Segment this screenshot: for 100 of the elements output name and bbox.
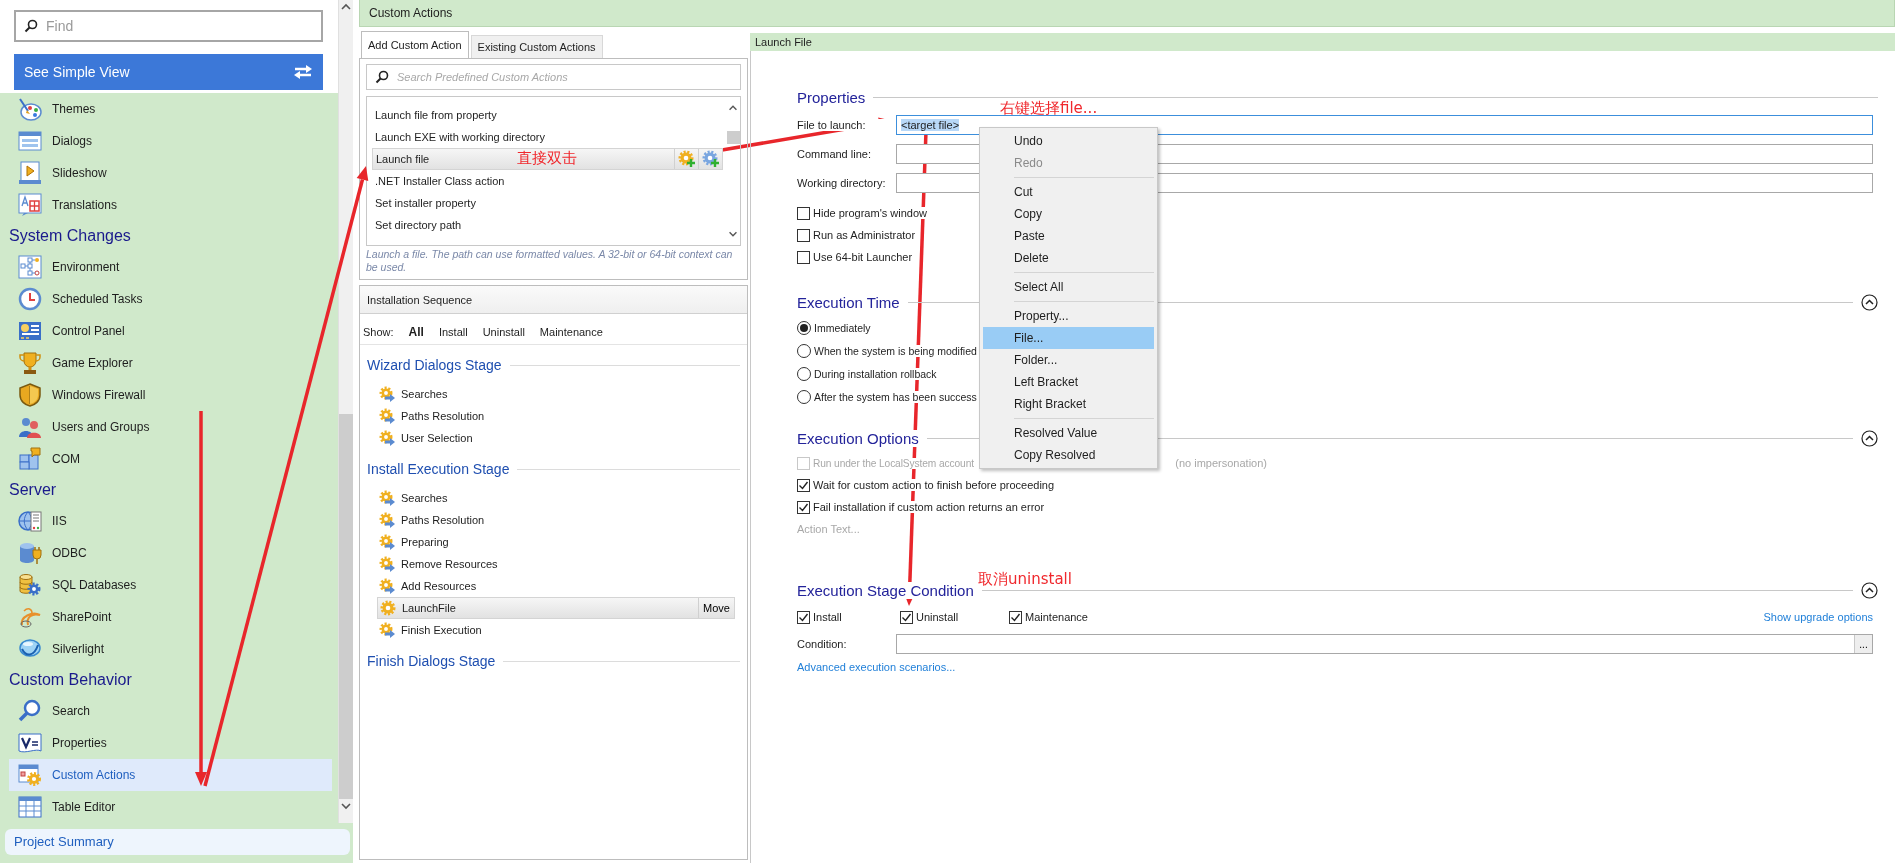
sidebar-item[interactable]: Silverlight — [0, 633, 338, 665]
action-list-item[interactable]: Launch EXE with working directory — [372, 126, 723, 148]
sequence-item[interactable]: Paths Resolution — [377, 509, 735, 531]
sidebar-item[interactable]: ODBC — [0, 537, 338, 569]
search-icon — [18, 699, 42, 723]
sidebar-item[interactable]: Control Panel — [0, 315, 338, 347]
panel-header: Installation Sequence — [360, 286, 747, 314]
clock-icon — [18, 287, 42, 311]
sidebar-item[interactable]: Windows Firewall — [0, 379, 338, 411]
users-icon — [18, 415, 42, 439]
action-list-item[interactable]: Launch file from property — [372, 104, 723, 126]
sidebar-item[interactable]: Dialogs — [0, 125, 338, 157]
sequence-item[interactable]: Preparing — [377, 531, 735, 553]
sidebar-item[interactable]: Search — [0, 695, 338, 727]
menu-item[interactable]: Cut — [983, 181, 1154, 203]
sidebar-item[interactable]: SQL Databases — [0, 569, 338, 601]
radio-button[interactable] — [797, 320, 811, 335]
sidebar-item[interactable]: Users and Groups — [0, 411, 338, 443]
checkbox-label: Run as Administrator — [813, 229, 916, 241]
checkbox-label: (no impersonation) — [1175, 457, 1267, 469]
menu-item[interactable]: Select All — [983, 276, 1154, 298]
menu-item[interactable]: Delete — [983, 247, 1154, 269]
collapse-icon[interactable] — [1861, 429, 1878, 447]
menu-item[interactable]: File... — [983, 327, 1154, 349]
sidebar-item[interactable]: SharePoint — [0, 601, 338, 633]
sequence-item[interactable]: Finish Execution — [377, 619, 735, 641]
scrollbar-thumb[interactable] — [339, 414, 353, 799]
section-heading: System Changes — [8, 226, 132, 246]
action-list-item[interactable]: .NET Installer Class action — [372, 170, 723, 192]
project-summary-link[interactable]: Project Summary — [5, 829, 350, 855]
sidebar-item[interactable]: IIS — [0, 505, 338, 537]
sequence-item[interactable]: Paths Resolution — [377, 405, 735, 427]
input-field[interactable]: <target file> — [896, 115, 1873, 135]
sidebar-item[interactable]: Game Explorer — [0, 347, 338, 379]
sidebar-item[interactable]: COM — [0, 443, 338, 475]
condition-field[interactable]: ... — [896, 634, 1873, 654]
tab[interactable]: Add Custom Action — [361, 31, 469, 58]
search-field[interactable]: Search Predefined Custom Actions — [366, 64, 741, 90]
checkbox[interactable] — [797, 610, 810, 624]
checkbox-label: Hide program's window — [813, 207, 927, 219]
upgrade-options-link[interactable]: Show upgrade options — [1763, 611, 1873, 623]
sidebar-item[interactable]: Translations — [0, 189, 338, 221]
trophy-icon — [18, 351, 42, 375]
browse-button[interactable]: ... — [1854, 635, 1872, 653]
radio-label: Immediately — [814, 321, 871, 334]
search-field[interactable]: Find — [14, 10, 323, 42]
search-input[interactable]: Search Predefined Custom Actions — [395, 70, 732, 84]
checkbox-label: Wait for custom action to finish before proceeding — [813, 479, 1055, 491]
radio-label: After the system has been success — [814, 390, 977, 403]
checkbox[interactable] — [797, 500, 810, 514]
menu-item[interactable]: Paste — [983, 225, 1154, 247]
tab[interactable]: Existing Custom Actions — [470, 35, 603, 58]
sidebar-item[interactable]: Custom Actions — [9, 759, 332, 791]
radio-button[interactable] — [797, 389, 811, 404]
filter-tab[interactable]: Install — [438, 325, 468, 338]
sidebar-item[interactable]: Slideshow — [0, 157, 338, 189]
panel-title: Launch File — [755, 36, 812, 48]
menu-item[interactable]: Folder... — [983, 349, 1154, 371]
menu-item[interactable]: Copy Resolved — [983, 444, 1154, 466]
collapse-icon[interactable] — [1861, 293, 1878, 311]
sequence-item[interactable]: LaunchFile Move — [377, 597, 735, 619]
swap-icon — [293, 64, 313, 80]
section-heading: Execution Stage Condition — [797, 581, 974, 599]
checkbox[interactable] — [797, 478, 810, 492]
sidebar-item[interactable]: Table Editor — [0, 791, 338, 823]
search-input[interactable]: Find — [44, 17, 313, 35]
checkbox[interactable] — [797, 228, 810, 242]
variable-icon — [18, 731, 42, 755]
radio-button[interactable] — [797, 343, 811, 358]
sequence-item[interactable]: Add Resources — [377, 575, 735, 597]
checkbox[interactable] — [797, 206, 810, 220]
sequence-item[interactable]: Searches — [377, 383, 735, 405]
simple-view-button[interactable]: See Simple View — [14, 54, 323, 90]
sidebar-item[interactable]: Themes — [0, 93, 338, 125]
sequence-item[interactable]: User Selection — [377, 427, 735, 449]
shield-icon — [18, 383, 42, 407]
menu-item[interactable]: Right Bracket — [983, 393, 1154, 415]
sequence-item[interactable]: Remove Resources — [377, 553, 735, 575]
sidebar-item[interactable]: Properties — [0, 727, 338, 759]
page-title: Custom Actions — [369, 6, 453, 20]
checkbox[interactable] — [900, 610, 913, 624]
gear-add-icon — [677, 150, 696, 168]
filter-tab[interactable]: All — [408, 324, 424, 339]
menu-item[interactable]: Property... — [983, 305, 1154, 327]
sequence-item[interactable]: Searches — [377, 487, 735, 509]
collapse-icon[interactable] — [1861, 581, 1878, 599]
filter-tab[interactable]: Uninstall — [482, 325, 525, 338]
action-list-item[interactable]: Set installer property — [372, 192, 723, 214]
menu-item[interactable]: Copy — [983, 203, 1154, 225]
scrollbar-thumb[interactable] — [726, 130, 740, 144]
checkbox[interactable] — [1009, 610, 1022, 624]
radio-button[interactable] — [797, 366, 811, 381]
sidebar-item[interactable]: Scheduled Tasks — [0, 283, 338, 315]
sidebar-item[interactable]: Environment — [0, 251, 338, 283]
menu-item[interactable]: Left Bracket — [983, 371, 1154, 393]
action-list-item[interactable]: Set directory path — [372, 214, 723, 236]
menu-item[interactable]: Resolved Value — [983, 422, 1154, 444]
filter-tab[interactable]: Maintenance — [539, 325, 603, 338]
checkbox[interactable] — [797, 250, 810, 264]
move-button[interactable]: Move — [698, 598, 734, 618]
